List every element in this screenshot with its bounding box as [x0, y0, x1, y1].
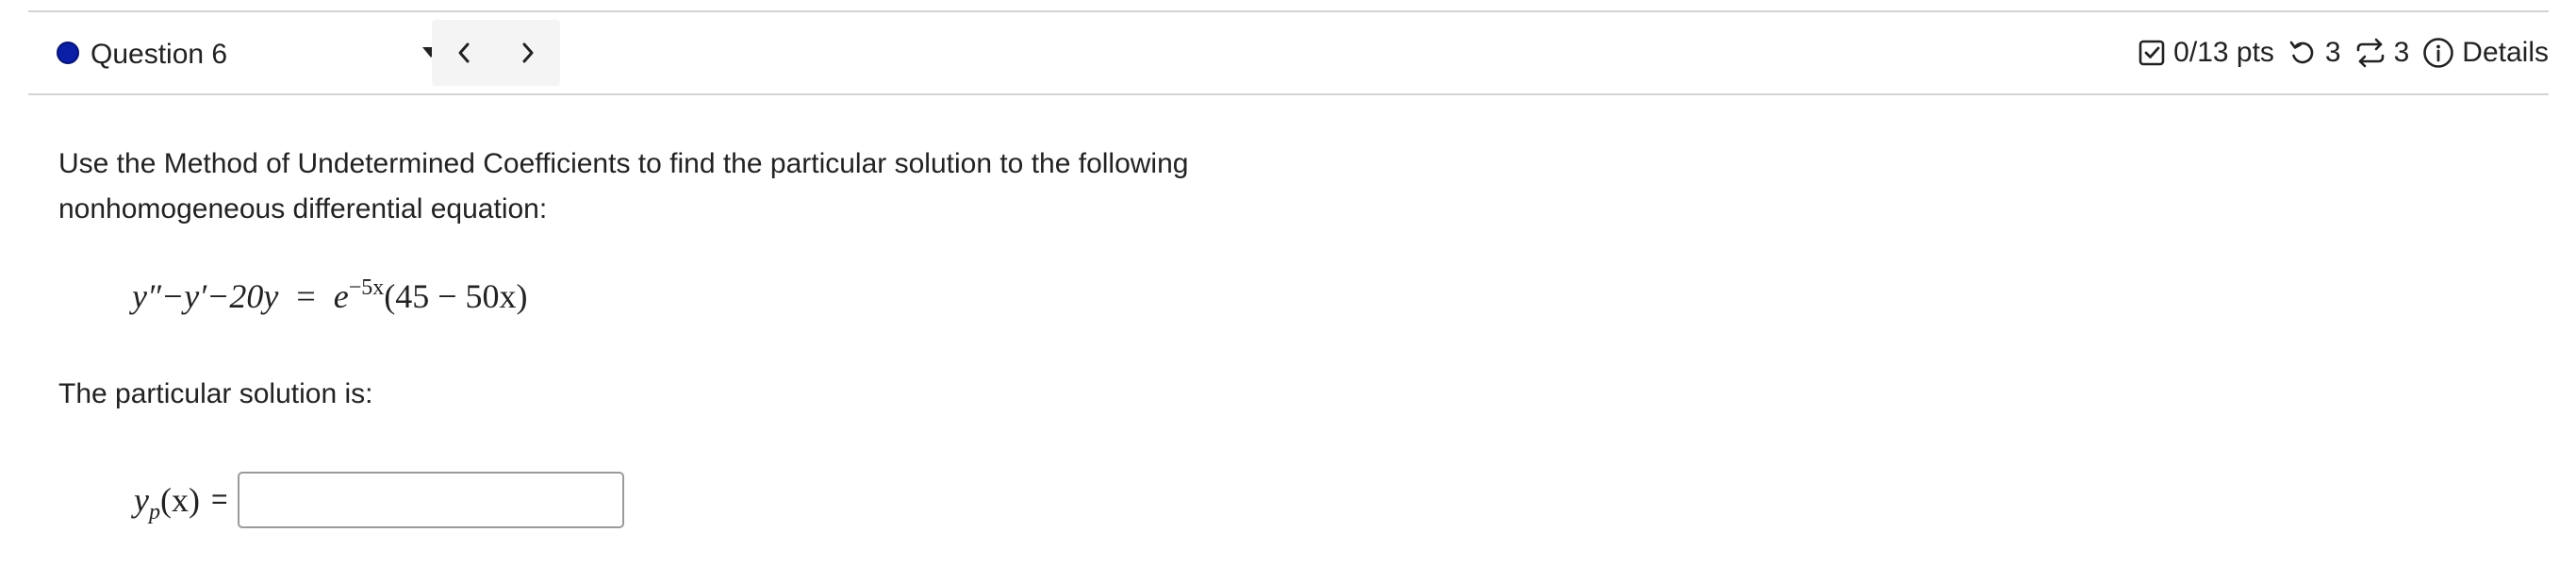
retries-count: 3: [2324, 37, 2341, 68]
question-meta: 0/13 pts 3 3 Details: [2138, 29, 2549, 76]
question-label: Question 6: [91, 39, 228, 70]
answer-label-arg: (x): [159, 481, 200, 519]
next-question-button[interactable]: [496, 20, 560, 86]
attempts-icon: [2354, 38, 2386, 68]
info-icon[interactable]: [2422, 37, 2454, 69]
equation-base: e: [333, 277, 349, 315]
retry-icon: [2287, 38, 2318, 68]
attempts-count: 3: [2393, 37, 2410, 68]
answer-label: yp(x): [134, 480, 200, 524]
equation-equals: =: [296, 277, 316, 315]
question-nav-group: [432, 20, 560, 86]
answer-prompt: The particular solution is:: [58, 378, 373, 409]
checkbox-icon: [2138, 39, 2166, 67]
answer-label-base: y: [134, 481, 149, 519]
previous-question-button[interactable]: [432, 20, 496, 86]
prompt-line-2: nonhomogeneous differential equation:: [58, 193, 548, 225]
question-select-dropdown[interactable]: Question 6: [91, 29, 439, 76]
equation-exponent: −5x: [348, 275, 385, 300]
question-prompt: Use the Method of Undetermined Coefficie…: [58, 142, 1379, 232]
points-text: 0/13 pts: [2173, 37, 2274, 68]
question-status-dot: [57, 42, 79, 64]
equation-rhs: (45 − 50x): [384, 277, 528, 315]
chevron-left-icon: [458, 42, 470, 63]
details-link[interactable]: Details: [2462, 37, 2549, 69]
differential-equation: y″−y′−20y = e−5x(45 − 50x): [132, 275, 528, 317]
equation-lhs: y″−y′−20y: [132, 277, 279, 315]
chevron-right-icon: [522, 42, 534, 63]
particular-solution-input[interactable]: [237, 472, 624, 528]
question-header: Question 6 0/13 pts 3 3 Details: [28, 12, 2549, 95]
answer-equals: =: [210, 484, 228, 515]
prompt-line-1: Use the Method of Undetermined Coefficie…: [58, 148, 1189, 179]
answer-row: yp(x) =: [134, 470, 624, 530]
answer-label-sub: p: [148, 500, 160, 524]
